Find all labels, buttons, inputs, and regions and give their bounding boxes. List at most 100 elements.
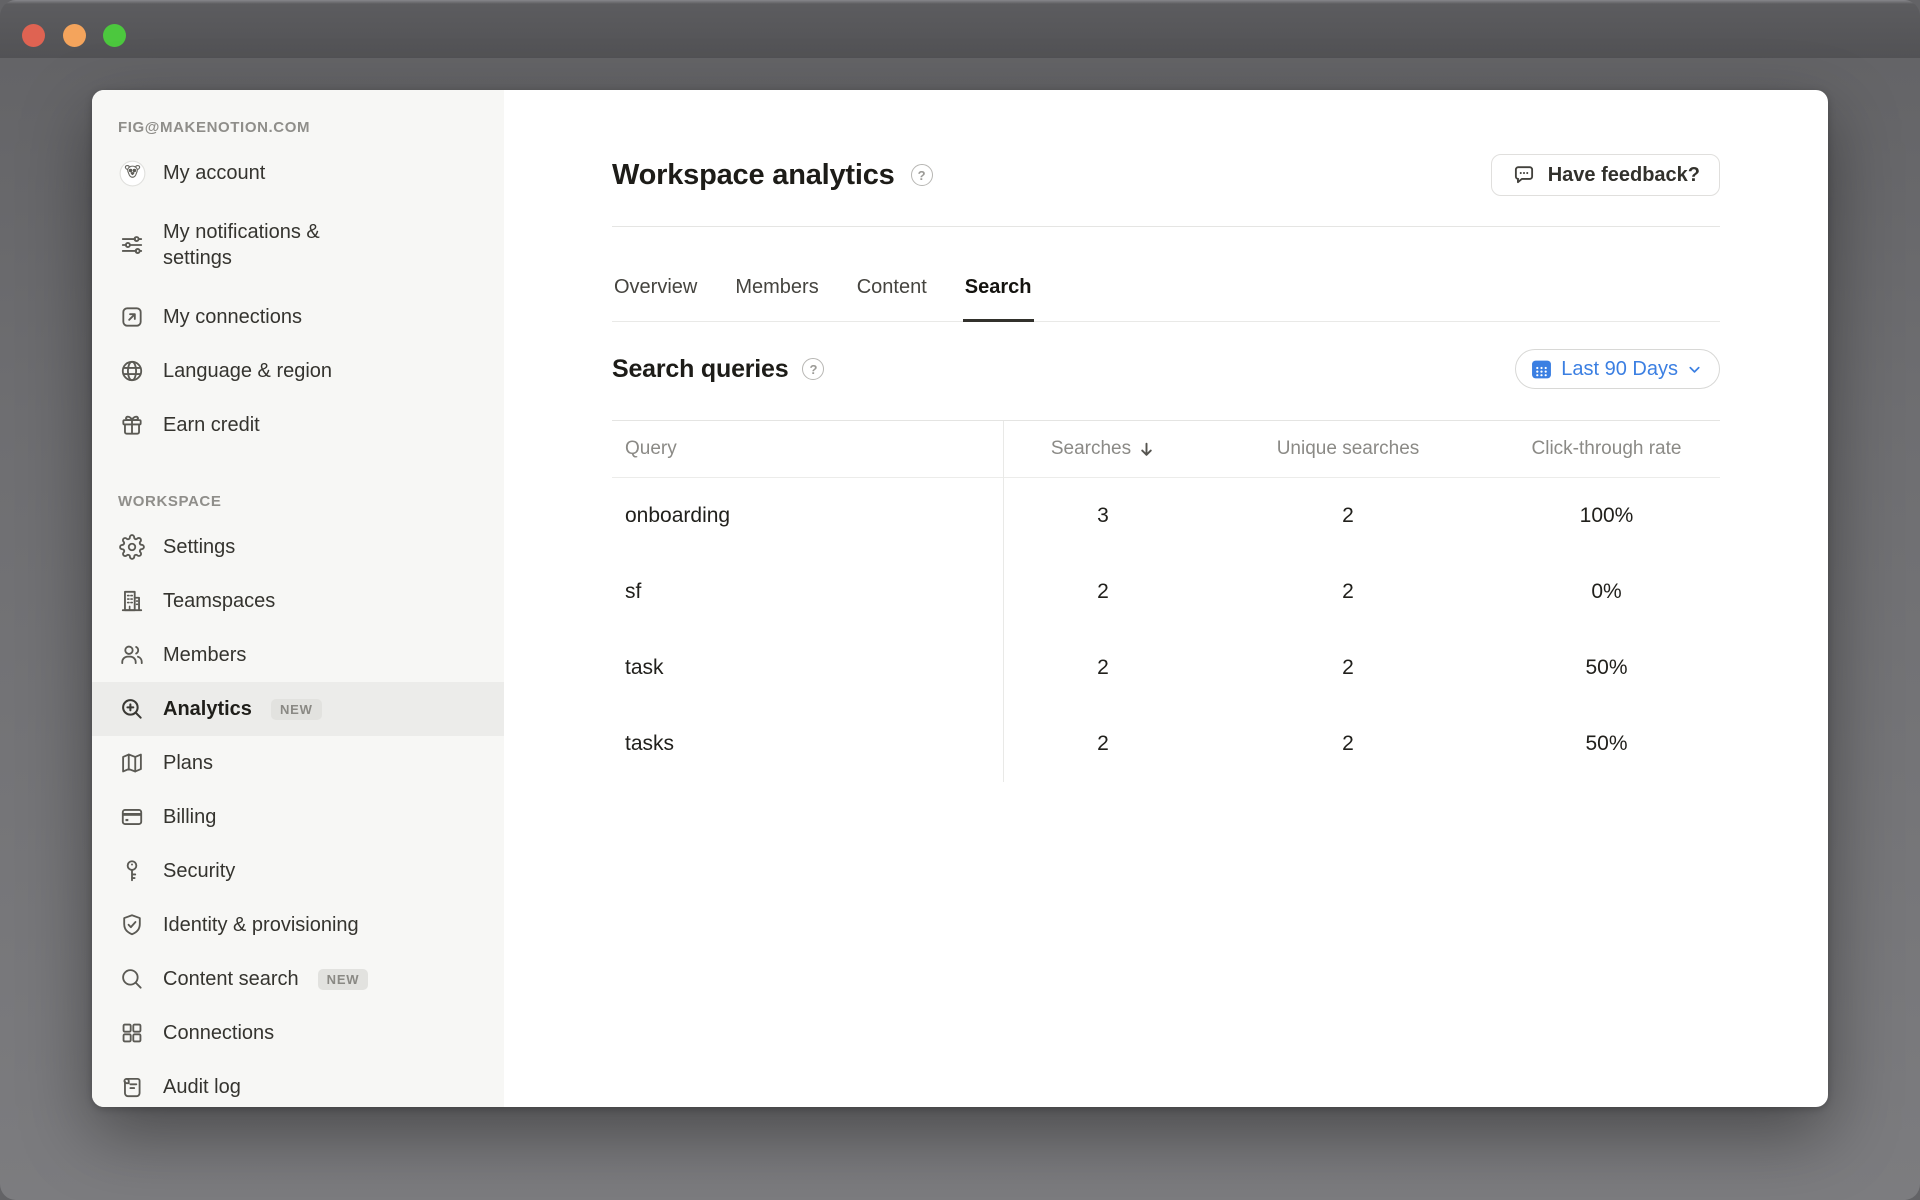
magnifier-icon [118, 965, 146, 993]
grid-icon [118, 1019, 146, 1047]
account-email-header: FIG@MAKENOTION.COM [92, 120, 504, 136]
table-header-row: Query Searches Unique searches Click-thr… [612, 421, 1720, 478]
sidebar-item-teamspaces[interactable]: Teamspaces [92, 574, 504, 628]
speech-bubble-icon [1511, 162, 1537, 188]
avatar [118, 159, 146, 187]
sidebar-item-language-region[interactable]: Language & region [92, 344, 504, 398]
gift-icon [118, 411, 146, 439]
sidebar-item-plans[interactable]: Plans [92, 736, 504, 790]
searches-cell: 2 [1003, 580, 1203, 604]
have-feedback-label: Have feedback? [1548, 164, 1700, 187]
table-row[interactable]: onboarding 3 2 100% [612, 478, 1720, 554]
date-range-dropdown[interactable]: Last 90 Days [1515, 349, 1720, 389]
magnifier-plus-icon [118, 695, 146, 723]
sliders-icon [118, 231, 146, 259]
ctr-cell: 50% [1493, 732, 1720, 756]
section-heading: Search queries [612, 355, 788, 384]
workspace-section-header: WORKSPACE [92, 494, 504, 510]
page-title: Workspace analytics [612, 155, 895, 195]
unique-searches-cell: 2 [1203, 580, 1493, 604]
sidebar-item-content-search[interactable]: Content search NEW [92, 952, 504, 1006]
sidebar-item-label: Plans [163, 750, 213, 776]
sidebar-item-label: Earn credit [163, 412, 260, 438]
query-cell: onboarding [612, 504, 1003, 528]
window-titlebar [0, 0, 1920, 58]
sidebar-item-label: My notifications & settings [163, 219, 393, 271]
sidebar-item-security[interactable]: Security [92, 844, 504, 898]
sidebar-item-billing[interactable]: Billing [92, 790, 504, 844]
analytics-tabs: Overview Members Content Search [612, 227, 1720, 322]
sidebar-item-settings[interactable]: Settings [92, 520, 504, 574]
tab-overview[interactable]: Overview [612, 275, 699, 321]
sidebar-item-label: Identity & provisioning [163, 912, 359, 938]
new-badge: NEW [271, 699, 322, 720]
calendar-icon [1531, 359, 1552, 380]
column-header-searches[interactable]: Searches [1003, 438, 1203, 460]
settings-sidebar: FIG@MAKENOTION.COM My account My notific… [92, 90, 504, 1107]
sidebar-item-label: Security [163, 858, 235, 884]
query-cell: task [612, 656, 1003, 680]
close-window-button[interactable] [22, 24, 45, 47]
help-icon[interactable]: ? [802, 358, 824, 380]
credit-card-icon [118, 803, 146, 831]
have-feedback-button[interactable]: Have feedback? [1491, 154, 1720, 196]
sidebar-item-label: Analytics [163, 696, 252, 722]
sidebar-item-my-notifications-settings[interactable]: My notifications & settings [92, 200, 504, 290]
shield-check-icon [118, 911, 146, 939]
column-header-label: Searches [1051, 438, 1131, 460]
sort-descending-icon [1138, 441, 1155, 458]
help-icon[interactable]: ? [911, 164, 933, 186]
chevron-down-icon [1687, 362, 1702, 377]
sidebar-item-label: Billing [163, 804, 216, 830]
sidebar-item-earn-credit[interactable]: Earn credit [92, 398, 504, 452]
sidebar-item-members[interactable]: Members [92, 628, 504, 682]
column-divider [1003, 421, 1004, 782]
sidebar-item-analytics[interactable]: Analytics NEW [92, 682, 504, 736]
globe-icon [118, 357, 146, 385]
sidebar-item-label: Content search [163, 966, 299, 992]
zoom-window-button[interactable] [103, 24, 126, 47]
sidebar-item-label: Settings [163, 534, 235, 560]
sidebar-item-label: My connections [163, 304, 302, 330]
account-section: My account My notifications & settings M… [92, 146, 504, 452]
sidebar-item-my-account[interactable]: My account [92, 146, 504, 200]
table-row[interactable]: tasks 2 2 50% [612, 706, 1720, 782]
ctr-cell: 100% [1493, 504, 1720, 528]
sidebar-item-label: Audit log [163, 1074, 241, 1100]
sidebar-item-connections[interactable]: Connections [92, 1006, 504, 1060]
searches-cell: 2 [1003, 732, 1203, 756]
query-cell: sf [612, 580, 1003, 604]
arrow-up-right-box-icon [118, 303, 146, 331]
ctr-cell: 50% [1493, 656, 1720, 680]
searches-cell: 3 [1003, 504, 1203, 528]
column-header-query[interactable]: Query [612, 438, 1003, 460]
table-row[interactable]: task 2 2 50% [612, 630, 1720, 706]
tab-members[interactable]: Members [733, 275, 820, 321]
sidebar-item-label: Teamspaces [163, 588, 275, 614]
sidebar-item-my-connections[interactable]: My connections [92, 290, 504, 344]
analytics-main-panel: Workspace analytics ? Have feedback? Ove… [504, 90, 1828, 1107]
column-header-click-through-rate[interactable]: Click-through rate [1493, 438, 1720, 460]
unique-searches-cell: 2 [1203, 732, 1493, 756]
minimize-window-button[interactable] [63, 24, 86, 47]
table-row[interactable]: sf 2 2 0% [612, 554, 1720, 630]
people-icon [118, 641, 146, 669]
searches-cell: 2 [1003, 656, 1203, 680]
workspace-section: Settings Teamspaces Members [92, 520, 504, 1107]
gear-icon [118, 533, 146, 561]
tab-content[interactable]: Content [855, 275, 929, 321]
map-icon [118, 749, 146, 777]
scroll-icon [118, 1073, 146, 1101]
ctr-cell: 0% [1493, 580, 1720, 604]
sidebar-item-label: My account [163, 160, 265, 186]
sidebar-item-label: Members [163, 642, 246, 668]
desktop-background: FIG@MAKENOTION.COM My account My notific… [0, 0, 1920, 1200]
settings-dialog: FIG@MAKENOTION.COM My account My notific… [92, 90, 1828, 1107]
tab-search[interactable]: Search [963, 275, 1034, 321]
sidebar-item-audit-log[interactable]: Audit log [92, 1060, 504, 1107]
sidebar-item-label: Connections [163, 1020, 274, 1046]
date-range-label: Last 90 Days [1561, 358, 1678, 381]
unique-searches-cell: 2 [1203, 656, 1493, 680]
sidebar-item-identity-provisioning[interactable]: Identity & provisioning [92, 898, 504, 952]
column-header-unique-searches[interactable]: Unique searches [1203, 438, 1493, 460]
